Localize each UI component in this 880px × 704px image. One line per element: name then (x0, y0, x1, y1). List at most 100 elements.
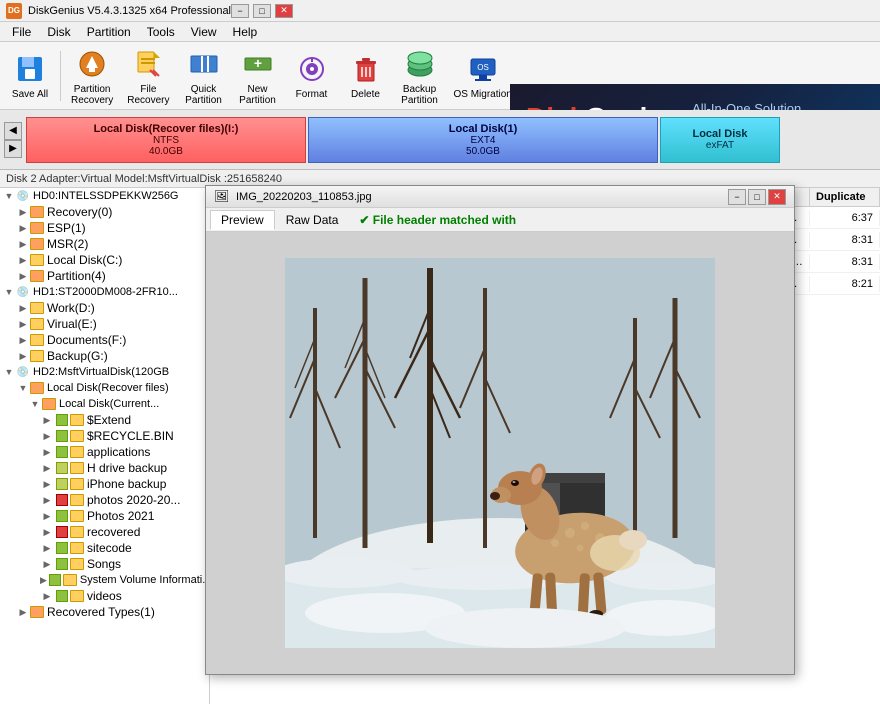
delete-button[interactable]: Delete (340, 47, 392, 104)
disk-nav-right[interactable]: ▶ (4, 140, 22, 158)
disk-nav[interactable]: ◀ ▶ (4, 122, 22, 158)
toggle-recoveredtypes[interactable]: ▶ (16, 605, 30, 619)
toggle-hd1[interactable]: ▼ (2, 285, 16, 299)
checkbox-iphonebackup[interactable] (56, 478, 68, 490)
tree-hd2[interactable]: ▼ 💿 HD2:MsftVirtualDisk(120GB (0, 364, 209, 380)
tree-recovered[interactable]: ▶ recovered (0, 524, 209, 540)
toggle-esp1[interactable]: ▶ (16, 221, 30, 235)
preview-restore-btn[interactable]: □ (748, 189, 766, 205)
toggle-iphonebackup[interactable]: ▶ (40, 477, 54, 491)
tree-extend[interactable]: ▶ $Extend (0, 412, 209, 428)
checkbox-songs[interactable] (56, 558, 68, 570)
toggle-partition4[interactable]: ▶ (16, 269, 30, 283)
checkbox-hdrivebackup[interactable] (56, 462, 68, 474)
toggle-localcurrent[interactable]: ▼ (28, 397, 42, 411)
toggle-sitecode[interactable]: ▶ (40, 541, 54, 555)
toggle-documentsf[interactable]: ▶ (16, 333, 30, 347)
checkbox-recovered[interactable] (56, 526, 68, 538)
tree-systemvolume[interactable]: ▶ System Volume Informati... (0, 572, 209, 588)
tree-viruale[interactable]: ▶ Virual(E:) (0, 316, 209, 332)
tree-hd1[interactable]: ▼ 💿 HD1:ST2000DM008-2FR10... (0, 284, 209, 300)
toggle-recovery0[interactable]: ▶ (16, 205, 30, 219)
format-button[interactable]: Format (286, 47, 338, 104)
toggle-localrecover[interactable]: ▼ (16, 381, 30, 395)
preview-tab-rawdata[interactable]: Raw Data (275, 210, 350, 230)
toggle-backupg[interactable]: ▶ (16, 349, 30, 363)
checkbox-applications[interactable] (56, 446, 68, 458)
toggle-hdrivebackup[interactable]: ▶ (40, 461, 54, 475)
toggle-localc[interactable]: ▶ (16, 253, 30, 267)
checkbox-recycle[interactable] (56, 430, 68, 442)
tree-recoveredtypes[interactable]: ▶ Recovered Types(1) (0, 604, 209, 620)
save-all-button[interactable]: Save All (4, 47, 56, 104)
tree-hd0[interactable]: ▼ 💿 HD0:INTELSSDPEKKW256G (0, 188, 209, 204)
checkbox-photos2021[interactable] (56, 510, 68, 522)
preview-window-controls[interactable]: − □ ✕ (728, 189, 786, 205)
menu-partition[interactable]: Partition (79, 24, 139, 40)
partition-local2[interactable]: Local Disk exFAT (660, 117, 780, 163)
tree-hdrivebackup[interactable]: ▶ H drive backup (0, 460, 209, 476)
restore-btn[interactable]: □ (253, 4, 271, 18)
toggle-hd0[interactable]: ▼ (2, 189, 16, 203)
toggle-photos2020[interactable]: ▶ (40, 493, 54, 507)
toggle-viruale[interactable]: ▶ (16, 317, 30, 331)
backup-partition-button[interactable]: BackupPartition (394, 42, 446, 110)
quick-partition-button[interactable]: QuickPartition (178, 42, 230, 110)
minimize-btn[interactable]: − (231, 4, 249, 18)
toggle-photos2021[interactable]: ▶ (40, 509, 54, 523)
window-controls[interactable]: − □ ✕ (231, 4, 293, 18)
menu-help[interactable]: Help (225, 24, 266, 40)
close-btn[interactable]: ✕ (275, 4, 293, 18)
partition-recover-size: 40.0GB (149, 146, 183, 157)
tree-iphonebackup[interactable]: ▶ iPhone backup (0, 476, 209, 492)
tree-videos[interactable]: ▶ videos (0, 588, 209, 604)
tree-workd[interactable]: ▶ Work(D:) (0, 300, 209, 316)
toggle-applications[interactable]: ▶ (40, 445, 54, 459)
preview-minimize-btn[interactable]: − (728, 189, 746, 205)
toggle-videos[interactable]: ▶ (40, 589, 54, 603)
tree-sitecode[interactable]: ▶ sitecode (0, 540, 209, 556)
toggle-workd[interactable]: ▶ (16, 301, 30, 315)
tree-recycle[interactable]: ▶ $RECYCLE.BIN (0, 428, 209, 444)
tree-songs[interactable]: ▶ Songs (0, 556, 209, 572)
checkbox-photos2020[interactable] (56, 494, 68, 506)
tree-localc[interactable]: ▶ Local Disk(C:) (0, 252, 209, 268)
tree-recovery0[interactable]: ▶ Recovery(0) (0, 204, 209, 220)
checkbox-videos[interactable] (56, 590, 68, 602)
menu-view[interactable]: View (183, 24, 225, 40)
menu-disk[interactable]: Disk (39, 24, 78, 40)
partition-recovery-button[interactable]: PartitionRecovery (65, 42, 119, 110)
menu-file[interactable]: File (4, 24, 39, 40)
tree-partition4[interactable]: ▶ Partition(4) (0, 268, 209, 284)
checkbox-extend[interactable] (56, 414, 68, 426)
partition-recover-files[interactable]: Local Disk(Recover files)(I:) NTFS 40.0G… (26, 117, 306, 163)
tree-backupg[interactable]: ▶ Backup(G:) (0, 348, 209, 364)
col-header-duplicate[interactable]: Duplicate (810, 188, 880, 206)
toggle-recovered[interactable]: ▶ (40, 525, 54, 539)
toggle-extend[interactable]: ▶ (40, 413, 54, 427)
checkbox-systemvolume[interactable] (49, 574, 61, 586)
menu-tools[interactable]: Tools (139, 24, 183, 40)
preview-tab-preview[interactable]: Preview (210, 210, 275, 230)
new-partition-button[interactable]: + NewPartition (232, 42, 284, 110)
toggle-msr2[interactable]: ▶ (16, 237, 30, 251)
tree-photos2021[interactable]: ▶ Photos 2021 (0, 508, 209, 524)
disk-nav-left[interactable]: ◀ (4, 122, 22, 140)
toggle-recycle[interactable]: ▶ (40, 429, 54, 443)
tree-photos2020[interactable]: ▶ photos 2020-20... (0, 492, 209, 508)
toggle-hd2[interactable]: ▼ (2, 365, 16, 379)
preview-close-btn[interactable]: ✕ (768, 189, 786, 205)
toggle-systemvolume[interactable]: ▶ (40, 573, 47, 587)
tree-localrecover[interactable]: ▼ Local Disk(Recover files) (0, 380, 209, 396)
tree-localcurrent[interactable]: ▼ Local Disk(Current... (0, 396, 209, 412)
file-recovery-button[interactable]: FileRecovery (121, 42, 175, 110)
tree-applications[interactable]: ▶ applications (0, 444, 209, 460)
checkbox-sitecode[interactable] (56, 542, 68, 554)
tree-msr2[interactable]: ▶ MSR(2) (0, 236, 209, 252)
os-migration-button[interactable]: OS OS Migration (448, 47, 518, 104)
tree-documentsf[interactable]: ▶ Documents(F:) (0, 332, 209, 348)
partition-local1[interactable]: Local Disk(1) EXT4 50.0GB (308, 117, 658, 163)
tree-esp1[interactable]: ▶ ESP(1) (0, 220, 209, 236)
toggle-songs[interactable]: ▶ (40, 557, 54, 571)
backup-partition-label: BackupPartition (401, 84, 438, 106)
